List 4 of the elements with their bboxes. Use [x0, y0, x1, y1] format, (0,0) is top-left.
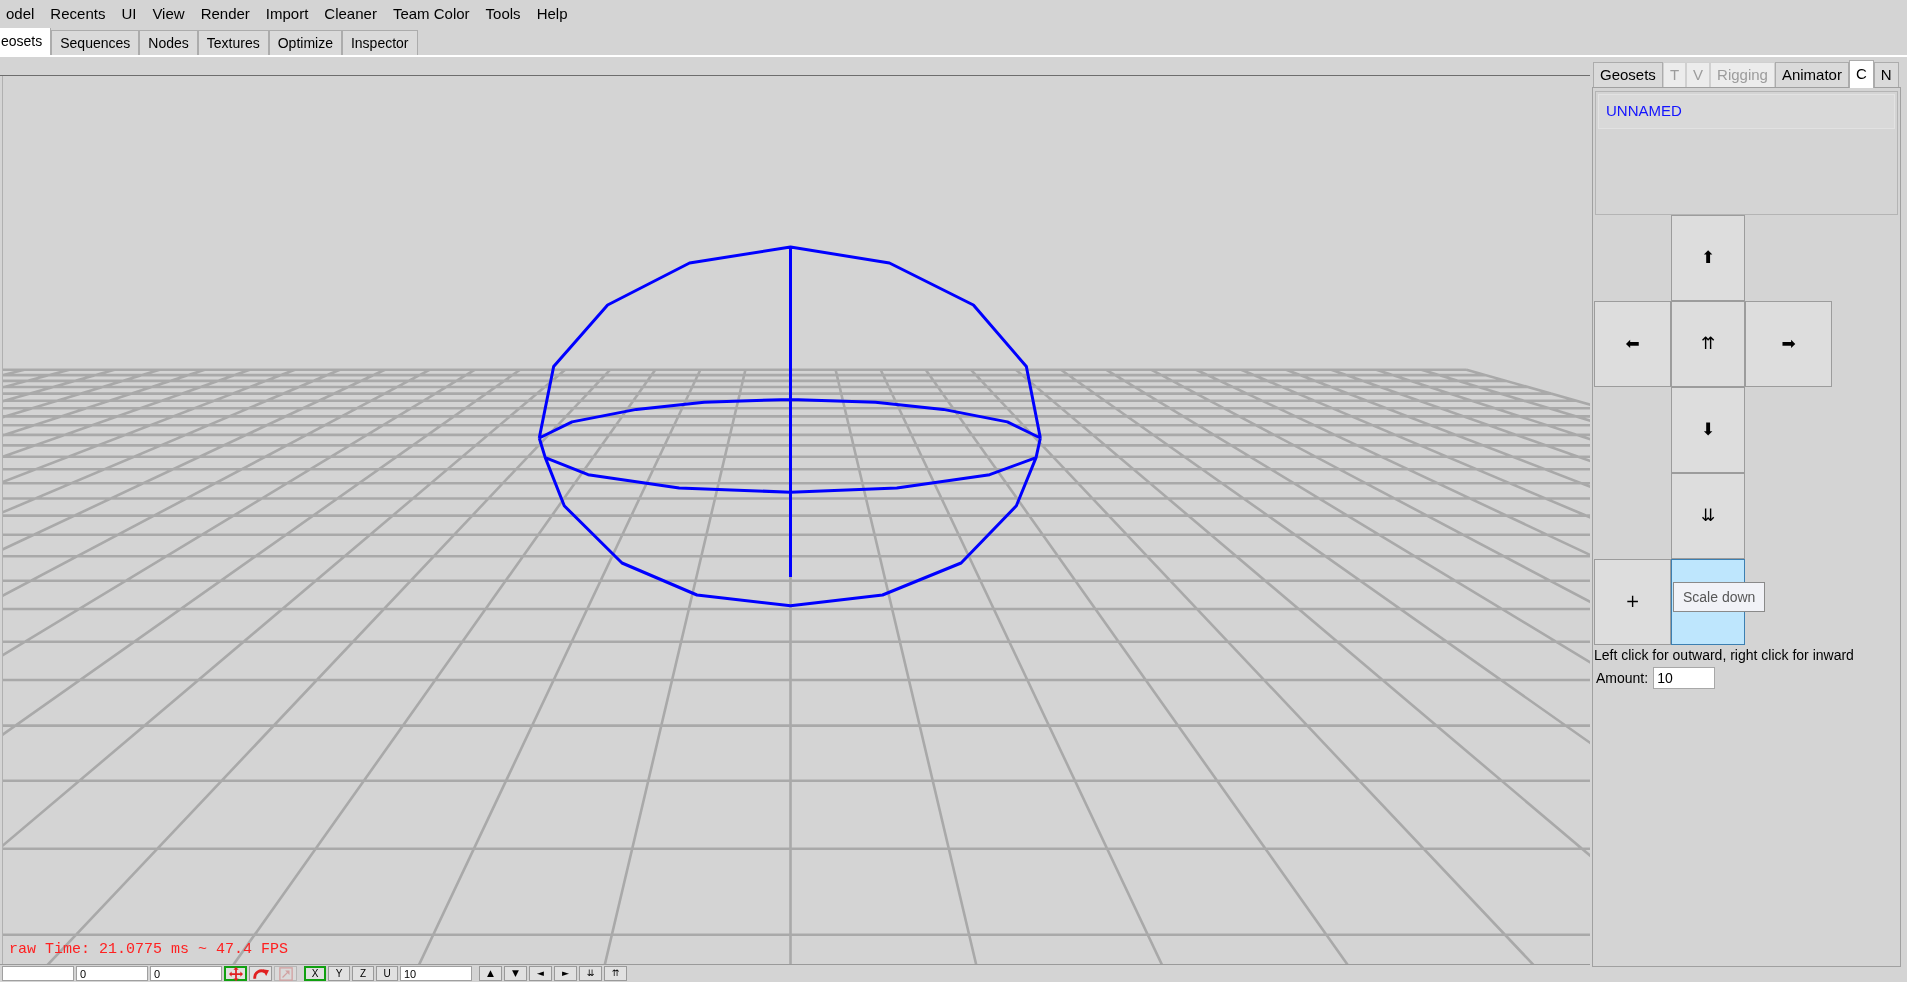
amount-label: Amount:: [1596, 669, 1649, 687]
tooltip: Scale down: [1673, 582, 1766, 612]
hint-text: Left click for outward, right click for inward: [1594, 646, 1855, 664]
draw-time-text: raw Time: 21.0775 ms ~ 47.4 FPS: [9, 941, 289, 959]
